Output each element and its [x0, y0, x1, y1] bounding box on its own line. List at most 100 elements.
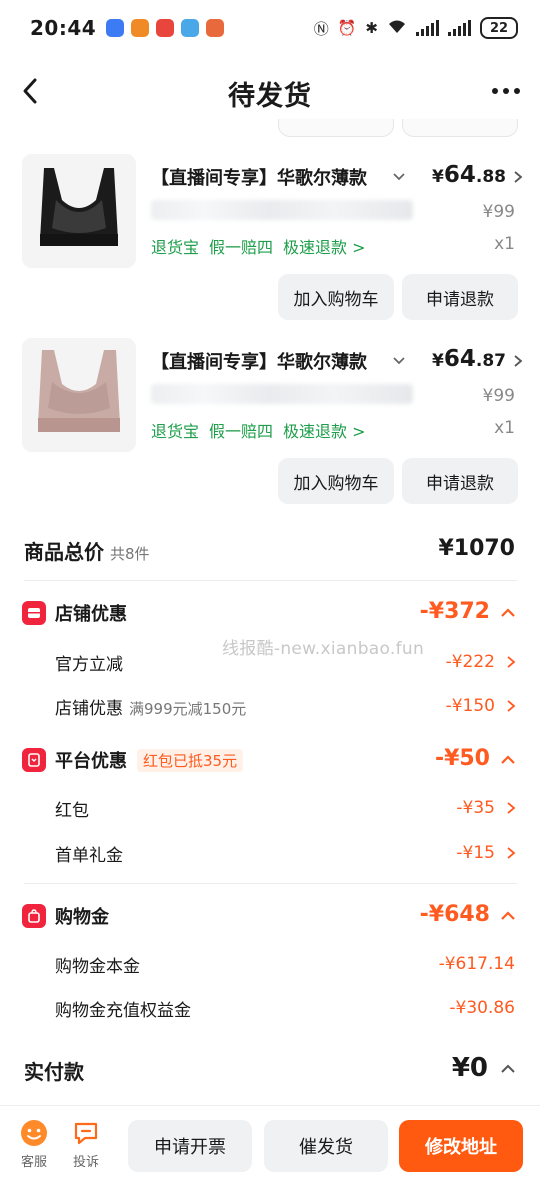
- chevron-right-icon[interactable]: [506, 655, 516, 669]
- product-image[interactable]: [22, 154, 136, 268]
- coupon-icon: [22, 748, 46, 772]
- product-price: ¥64.87: [432, 346, 506, 372]
- total-label: 商品总价 共8件: [24, 540, 150, 564]
- message-icon: [74, 1122, 98, 1145]
- platform-discount-label: 平台优惠 红包已抵35元: [55, 747, 244, 773]
- official-discount-label: 官方立减: [55, 655, 123, 675]
- alarm-icon: ⏰: [337, 19, 357, 37]
- credit-principal-label: 购物金本金: [55, 957, 140, 977]
- previous-button-edge: [278, 119, 394, 137]
- app-notification-icon: [131, 19, 150, 37]
- shop-coupon-note: 满999元减150元: [129, 700, 247, 718]
- product-quantity: x1: [494, 418, 515, 438]
- app-notification-icon: [156, 19, 175, 37]
- signal-icon: [416, 20, 439, 36]
- bluetooth-icon: ✱: [365, 19, 378, 37]
- complaint-label: 投诉: [72, 1155, 99, 1170]
- customer-service-button[interactable]: 客服: [14, 1118, 54, 1170]
- shop-coupon-value[interactable]: -¥150: [446, 696, 495, 716]
- bottom-action-bar: 客服 投诉 申请开票 催发货 修改地址: [0, 1105, 540, 1193]
- shopping-credit-value[interactable]: -¥648: [420, 902, 490, 927]
- tag-fast-refund[interactable]: 极速退款 >: [283, 234, 366, 258]
- chevron-up-icon[interactable]: [500, 909, 516, 921]
- official-discount-value[interactable]: -¥222: [446, 652, 495, 672]
- chevron-down-icon[interactable]: [392, 170, 406, 184]
- product-quantity: x1: [494, 234, 515, 254]
- red-packet-label: 红包: [55, 801, 89, 821]
- first-order-gift-label: 首单礼金: [55, 846, 123, 866]
- product-price: ¥64.88: [432, 162, 506, 188]
- product-image[interactable]: [22, 338, 136, 452]
- status-indicators: Ⓝ ⏰ ✱ 22: [314, 17, 518, 39]
- complaint-button[interactable]: 投诉: [66, 1118, 106, 1170]
- wifi-icon: [387, 18, 407, 38]
- product-spec-blurred: [151, 384, 413, 404]
- platform-discount-value[interactable]: -¥50: [435, 746, 490, 771]
- signal-icon: [448, 20, 471, 36]
- page-title: 待发货: [228, 81, 312, 112]
- chevron-down-icon[interactable]: [392, 354, 406, 368]
- tag-fake-compensation: 假一赔四: [209, 238, 274, 257]
- app-notification-icon: [181, 19, 200, 37]
- chevron-up-icon[interactable]: [500, 1062, 516, 1074]
- chevron-right-icon[interactable]: [506, 699, 516, 713]
- red-packet-pill: 红包已抵35元: [137, 748, 244, 772]
- previous-button-edge: [402, 119, 518, 137]
- item-count: 共8件: [110, 545, 150, 563]
- store-discount-label: 店铺优惠: [55, 604, 127, 625]
- store-icon: [22, 601, 46, 625]
- chevron-up-icon[interactable]: [500, 606, 516, 618]
- tag-return-insurance: 退货宝: [151, 238, 200, 257]
- chevron-right-icon[interactable]: [512, 354, 524, 368]
- app-notification-icon: [206, 19, 225, 37]
- chevron-right-icon[interactable]: [506, 846, 516, 860]
- smiley-icon: [21, 1120, 47, 1146]
- store-discount-value[interactable]: -¥372: [420, 599, 490, 624]
- shopping-bag-icon: [22, 904, 46, 928]
- status-bar: 20:44 Ⓝ ⏰ ✱ 22: [0, 0, 540, 56]
- tag-return-insurance: 退货宝: [151, 422, 200, 441]
- divider: [24, 883, 517, 884]
- credit-principal-value: -¥617.14: [438, 954, 515, 974]
- red-packet-value[interactable]: -¥35: [456, 798, 495, 818]
- product-spec-blurred: [151, 200, 413, 220]
- urge-shipping-button[interactable]: 催发货: [264, 1120, 388, 1172]
- first-order-gift-value[interactable]: -¥15: [456, 843, 495, 863]
- change-address-button[interactable]: 修改地址: [399, 1120, 523, 1172]
- apply-invoice-button[interactable]: 申请开票: [128, 1120, 252, 1172]
- refund-button[interactable]: 申请退款: [402, 274, 518, 320]
- shop-coupon-label: 店铺优惠 满999元减150元: [55, 699, 247, 719]
- credit-bonus-value: -¥30.86: [449, 998, 515, 1018]
- status-app-icons: [106, 19, 225, 37]
- battery-icon: 22: [480, 17, 518, 39]
- product-title[interactable]: 【直播间专享】华歌尔薄款: [151, 164, 379, 190]
- add-to-cart-button[interactable]: 加入购物车: [278, 458, 394, 504]
- nfc-icon: Ⓝ: [313, 19, 329, 38]
- chevron-right-icon[interactable]: [512, 170, 524, 184]
- credit-bonus-label: 购物金充值权益金: [55, 1001, 191, 1021]
- shopping-credit-label: 购物金: [55, 907, 109, 928]
- product-card[interactable]: 【直播间专享】华歌尔薄款 ¥64.88 ¥99 退货宝 假一赔四 极速退款 > …: [0, 154, 540, 334]
- service-tags[interactable]: 退货宝 假一赔四 极速退款 >: [151, 234, 366, 258]
- nav-bar: 待发货: [0, 62, 540, 122]
- chevron-right-icon[interactable]: [506, 801, 516, 815]
- paid-label: 实付款: [24, 1060, 84, 1084]
- watermark: 线报酷-new.xianbao.fun: [222, 639, 425, 659]
- tag-fast-refund[interactable]: 极速退款 >: [283, 418, 366, 442]
- service-tags[interactable]: 退货宝 假一赔四 极速退款 >: [151, 418, 366, 442]
- original-price: ¥99: [482, 386, 515, 406]
- paid-value[interactable]: ¥0: [452, 1053, 488, 1083]
- product-card[interactable]: 【直播间专享】华歌尔薄款 ¥64.87 ¥99 退货宝 假一赔四 极速退款 > …: [0, 338, 540, 518]
- add-to-cart-button[interactable]: 加入购物车: [278, 274, 394, 320]
- more-icon[interactable]: [492, 88, 520, 94]
- original-price: ¥99: [482, 202, 515, 222]
- chevron-up-icon[interactable]: [500, 753, 516, 765]
- divider: [24, 580, 517, 581]
- refund-button[interactable]: 申请退款: [402, 458, 518, 504]
- product-title[interactable]: 【直播间专享】华歌尔薄款: [151, 348, 379, 374]
- tag-fake-compensation: 假一赔四: [209, 422, 274, 441]
- status-time: 20:44: [30, 16, 97, 40]
- customer-service-label: 客服: [20, 1155, 47, 1170]
- total-value: ¥1070: [438, 536, 515, 561]
- app-notification-icon: [106, 19, 125, 37]
